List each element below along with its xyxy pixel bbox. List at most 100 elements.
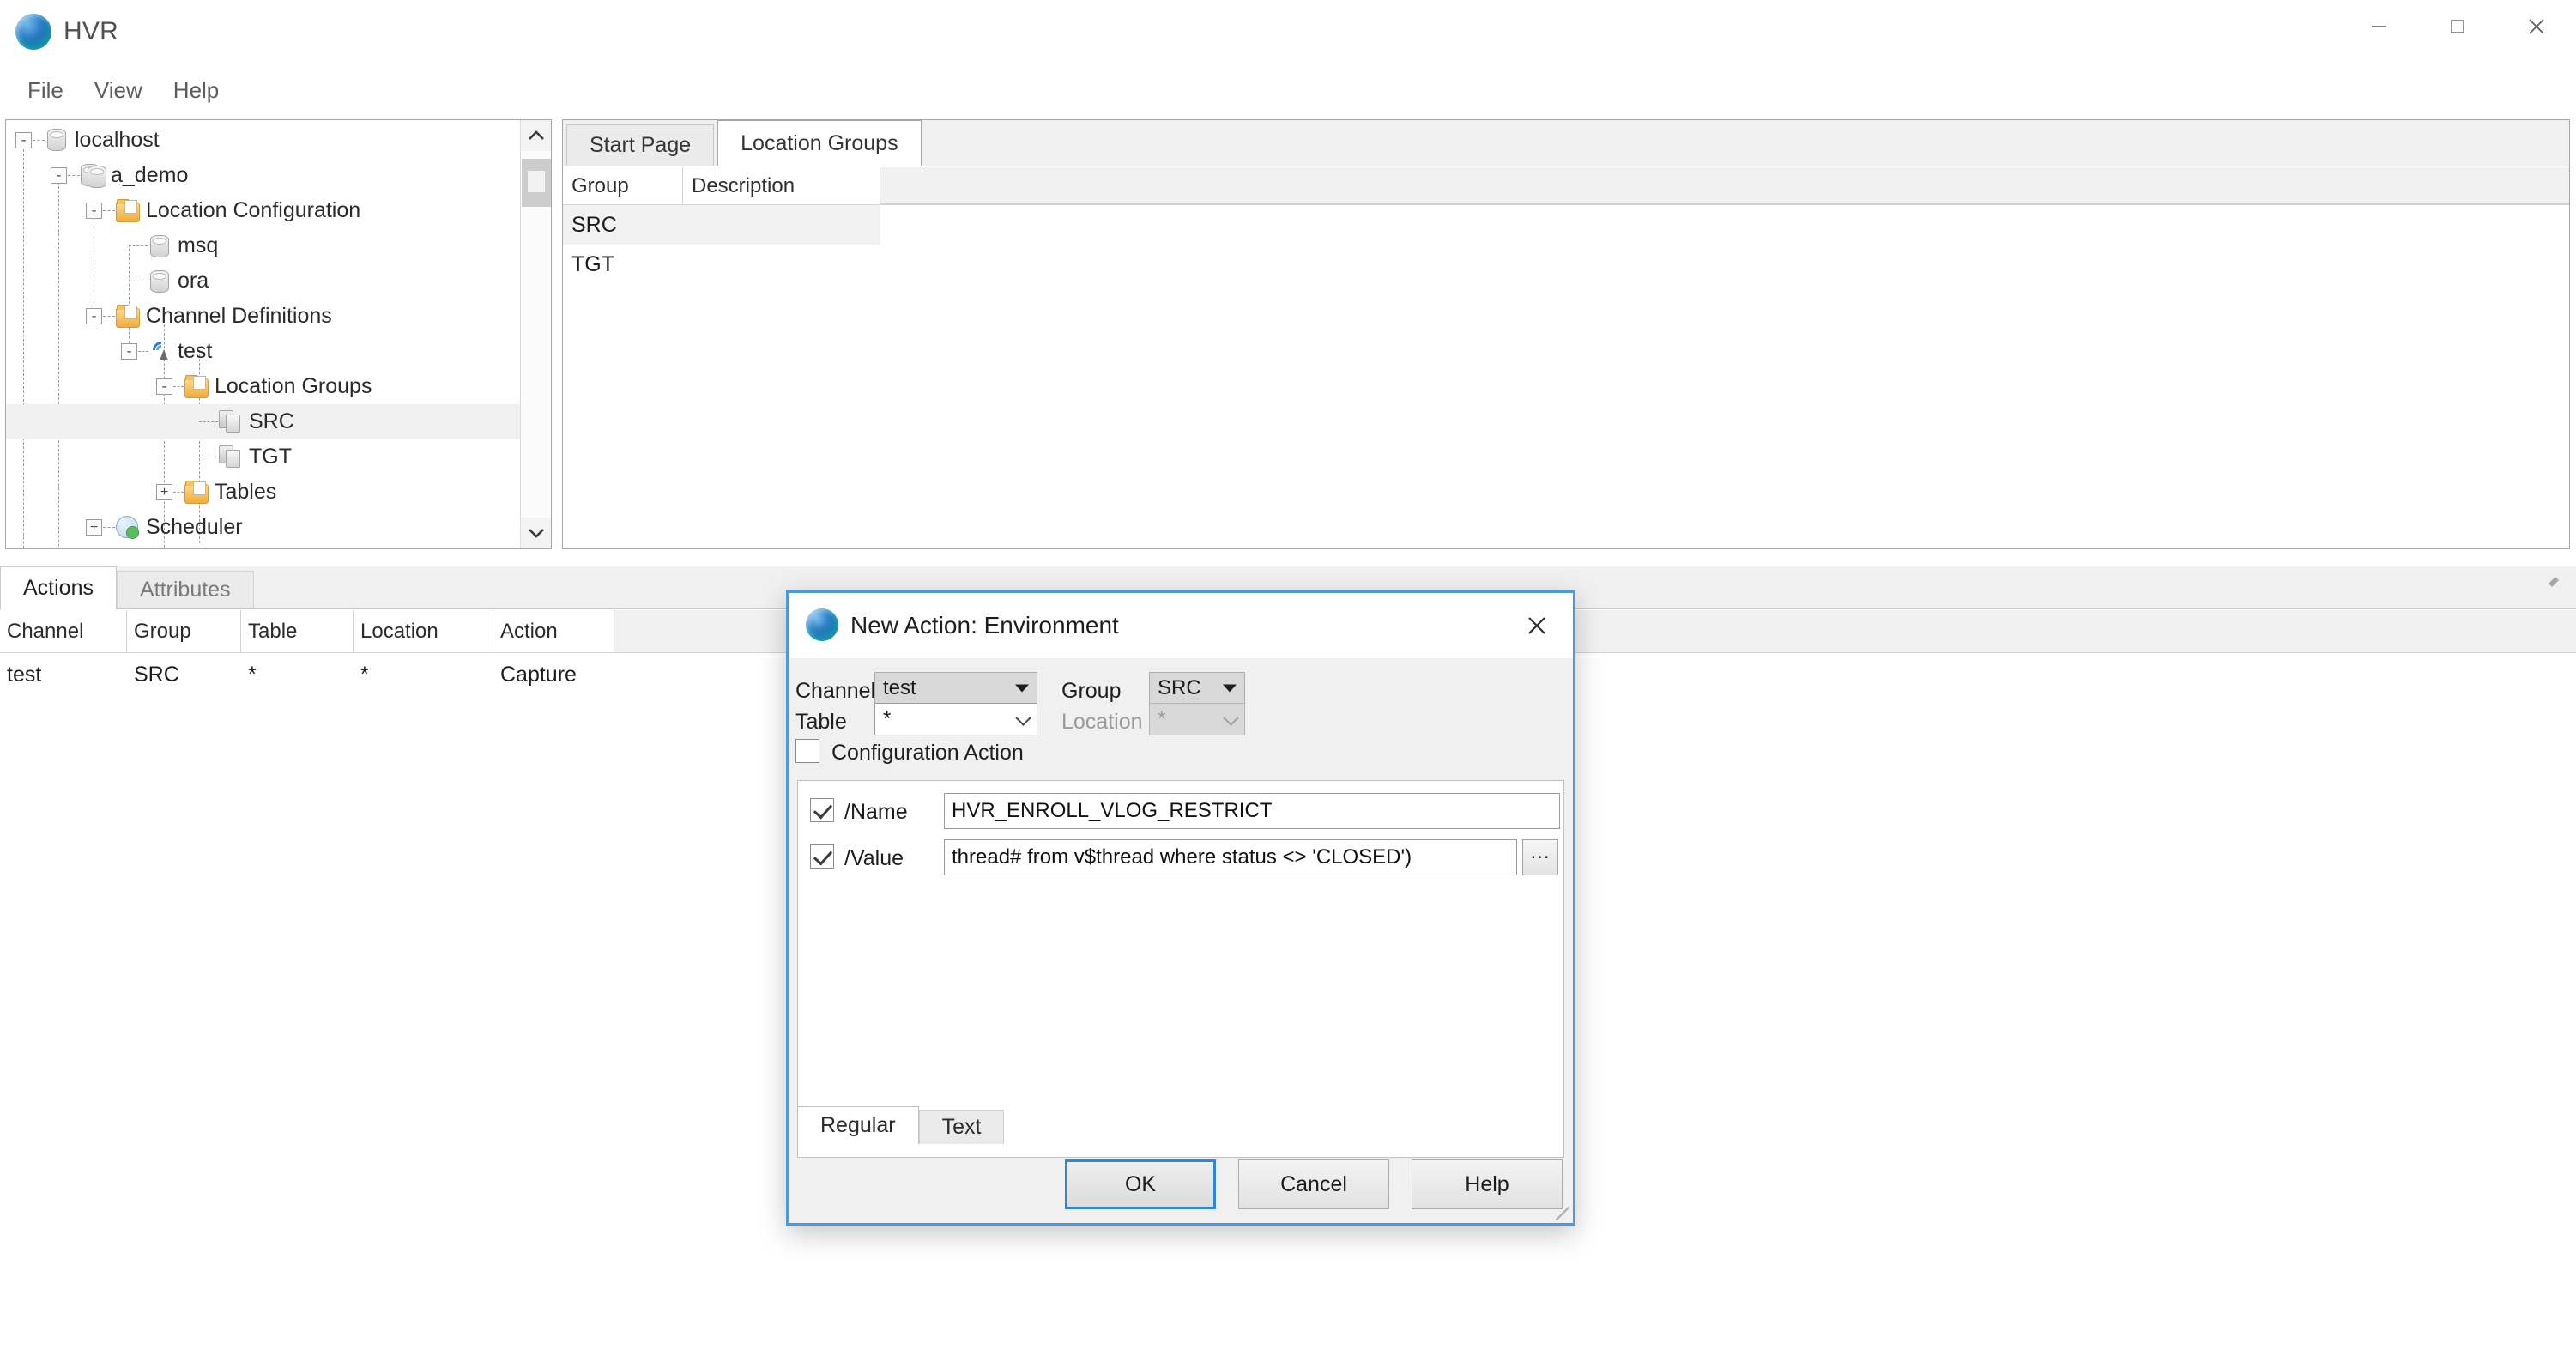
tab-start-page[interactable]: Start Page <box>566 124 715 166</box>
configuration-action-checkbox[interactable] <box>795 739 819 763</box>
tree-expander[interactable]: - <box>156 378 172 395</box>
folder-icon <box>116 199 140 222</box>
table-row[interactable]: TGT <box>563 245 2569 284</box>
tree-expander[interactable]: - <box>51 167 67 184</box>
menu-help[interactable]: Help <box>158 74 234 107</box>
chevron-down-icon <box>1223 710 1239 726</box>
group-icon <box>219 410 241 433</box>
table-label: Table <box>795 710 847 734</box>
group-value: SRC <box>1158 676 1201 699</box>
cell-channel: test <box>7 662 42 687</box>
tree-node-localhost[interactable]: - localhost <box>6 123 521 158</box>
column-header-group[interactable]: Group <box>563 167 683 204</box>
tree-node-label: ora <box>178 269 209 293</box>
channel-value: test <box>883 676 916 699</box>
tab-actions[interactable]: Actions <box>0 566 117 609</box>
help-button[interactable]: Help <box>1412 1159 1563 1209</box>
ok-button[interactable]: OK <box>1065 1159 1216 1209</box>
menu-file[interactable]: File <box>12 74 79 107</box>
value-browse-button[interactable]: ... <box>1522 839 1558 875</box>
column-header-group[interactable]: Group <box>127 610 241 652</box>
chevron-down-icon <box>1223 684 1237 693</box>
dialog-resize-handle[interactable] <box>1556 1207 1569 1220</box>
tree-expander[interactable]: - <box>121 343 137 360</box>
database-icon <box>150 235 169 257</box>
dialog-tab-regular[interactable]: Regular <box>797 1106 919 1144</box>
close-icon[interactable] <box>1518 607 1556 645</box>
dialog-button-bar: OK Cancel Help <box>1065 1159 1563 1209</box>
clock-icon <box>116 516 139 539</box>
tree-node-a_demo[interactable]: - a_demo <box>6 158 521 193</box>
configuration-action-label: Configuration Action <box>831 741 1024 765</box>
auto-hide-pin-icon[interactable] <box>2543 572 2564 592</box>
tree-connector <box>33 140 45 141</box>
parameter-row-value: /Value thread# from v$thread where statu… <box>807 839 1558 879</box>
column-header-table[interactable]: Table <box>241 610 354 652</box>
group-dropdown[interactable]: SRC <box>1149 672 1245 705</box>
column-header-action[interactable]: Action <box>493 610 614 652</box>
tree-expander[interactable]: + <box>156 484 172 500</box>
tree-expander[interactable]: - <box>15 132 32 148</box>
tab-location-groups[interactable]: Location Groups <box>717 120 922 166</box>
tree-node-src[interactable]: SRC <box>6 404 521 439</box>
tree-node-label: Location Groups <box>215 374 372 398</box>
new-action-environment-dialog: New Action: Environment Channel test Gro… <box>786 590 1575 1226</box>
tree-node-location-groups[interactable]: - Location Groups <box>6 369 521 404</box>
tree-node-tgt[interactable]: TGT <box>6 439 521 475</box>
main-tab-strip: Start Page Location Groups <box>563 120 2569 166</box>
dialog-tab-text[interactable]: Text <box>918 1110 1005 1144</box>
folder-icon <box>116 305 140 328</box>
channel-icon <box>148 337 174 363</box>
hvr-sphere-icon <box>15 14 51 50</box>
tree-scrollbar[interactable] <box>520 120 551 548</box>
column-header-description[interactable]: Description <box>683 167 880 204</box>
cancel-button[interactable]: Cancel <box>1238 1159 1389 1209</box>
scroll-down-icon[interactable] <box>521 518 551 548</box>
grid-header-filler <box>880 167 2569 204</box>
scrollbar-thumb[interactable] <box>522 159 551 207</box>
tree-connector <box>173 386 184 387</box>
name-parameter-checkbox[interactable] <box>810 798 834 822</box>
tree-expander[interactable]: - <box>86 203 102 219</box>
column-header-channel[interactable]: Channel <box>0 610 127 652</box>
dialog-title-bar: New Action: Environment <box>789 593 1573 658</box>
table-row[interactable]: SRC <box>563 205 2569 245</box>
tree-expander[interactable]: - <box>86 308 102 324</box>
tab-attributes[interactable]: Attributes <box>116 571 254 608</box>
grid-header-row: Group Description <box>563 167 2569 205</box>
server-icon <box>88 166 106 188</box>
scroll-up-icon[interactable] <box>521 120 551 151</box>
column-header-location[interactable]: Location <box>354 610 493 652</box>
cell-action: Capture <box>500 662 577 687</box>
tree-node-label: Tables <box>215 480 277 504</box>
menu-bar: File View Help <box>0 70 2576 110</box>
folder-icon <box>184 481 209 504</box>
tree-connector <box>173 492 184 493</box>
maximize-button[interactable] <box>2418 0 2497 53</box>
value-input[interactable]: thread# from v$thread where status <> 'C… <box>944 839 1517 875</box>
value-parameter-checkbox[interactable] <box>810 844 834 869</box>
tree-node-msq[interactable]: msq <box>6 228 521 263</box>
menu-view[interactable]: View <box>79 74 158 107</box>
tree-node-tables[interactable]: + Tables <box>6 475 521 510</box>
tree-node-ora[interactable]: ora <box>6 263 521 299</box>
location-value: * <box>1158 707 1166 730</box>
tree-node-test[interactable]: - test <box>6 334 521 369</box>
table-dropdown[interactable]: * <box>874 703 1037 735</box>
tree-node-location-configuration[interactable]: - Location Configuration <box>6 193 521 228</box>
tree-node-scheduler[interactable]: + Scheduler <box>6 510 521 545</box>
location-label: Location <box>1061 710 1143 734</box>
name-input[interactable]: HVR_ENROLL_VLOG_RESTRICT <box>944 793 1560 829</box>
cell-group: SRC <box>134 662 179 687</box>
tree-expander[interactable]: + <box>86 519 102 536</box>
cell-location: * <box>360 662 369 687</box>
channel-dropdown[interactable]: test <box>874 672 1037 705</box>
tree-node-channel-definitions[interactable]: - Channel Definitions <box>6 299 521 334</box>
tree-connector <box>103 210 115 211</box>
minimize-button[interactable] <box>2339 0 2418 53</box>
window-title: HVR <box>63 17 118 45</box>
tree-node-label: localhost <box>75 128 160 152</box>
close-button[interactable] <box>2497 0 2576 53</box>
dialog-scope-section: Channel test Group SRC Table * Location … <box>789 658 1573 772</box>
dialog-title: New Action: Environment <box>850 612 1119 639</box>
